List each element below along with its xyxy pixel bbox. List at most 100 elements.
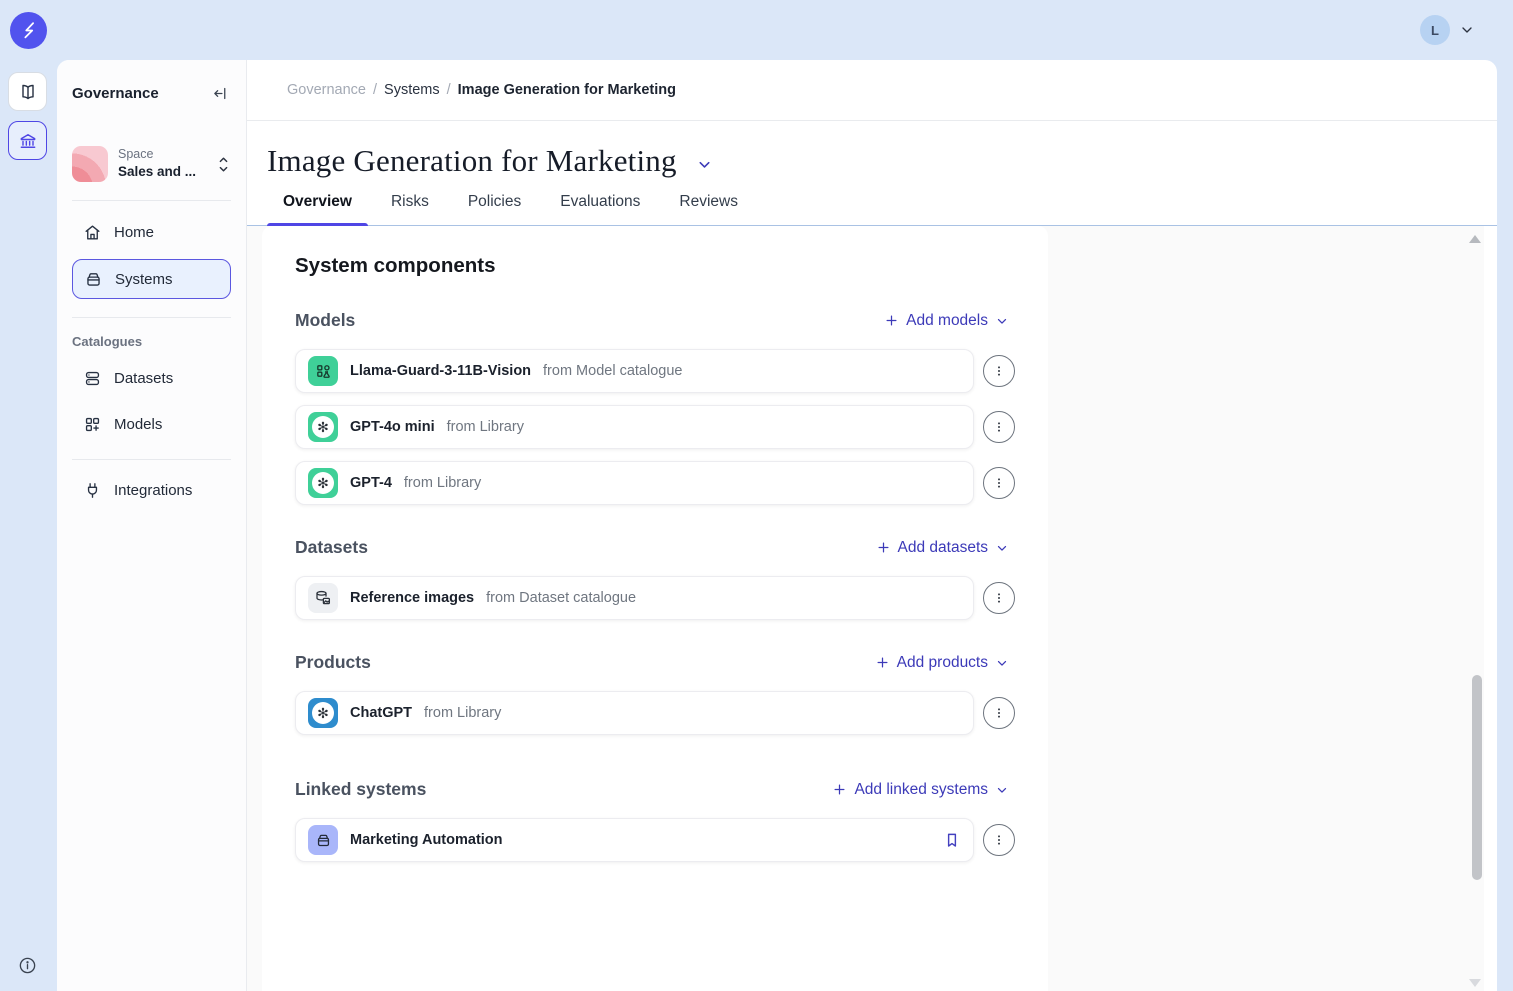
component-source: from Model catalogue (543, 363, 682, 379)
library-rail-button[interactable] (8, 72, 47, 111)
component-name: GPT-4o mini (350, 419, 435, 435)
breadcrumb-item-current: Image Generation for Marketing (458, 82, 676, 98)
add-products-button[interactable]: Add products (875, 654, 1009, 672)
kebab-dots-icon (991, 590, 1007, 606)
product-card-chatgpt[interactable]: ✻ ChatGPT from Library (295, 691, 974, 735)
content-panel: System components Models Add models (262, 226, 1048, 991)
avatar[interactable]: L (1420, 15, 1450, 45)
add-datasets-button[interactable]: Add datasets (876, 539, 1009, 557)
tab-policies[interactable]: Policies (452, 193, 537, 225)
model-catalogue-icon (308, 356, 338, 386)
model-kebab-menu-button[interactable] (983, 355, 1015, 387)
models-grid-plus-icon (83, 415, 102, 434)
linked-system-row: Marketing Automation (295, 818, 1015, 862)
product-kebab-menu-button[interactable] (983, 697, 1015, 729)
sidebar-item-label: Datasets (114, 370, 173, 387)
plus-icon (832, 782, 847, 797)
bookmark-button[interactable] (943, 831, 961, 849)
chevron-down-icon (995, 656, 1009, 670)
datasets-section-title: Datasets (295, 537, 368, 558)
breadcrumb-item-governance[interactable]: Governance (287, 82, 366, 98)
component-source: from Dataset catalogue (486, 590, 636, 606)
tab-risks[interactable]: Risks (375, 193, 445, 225)
dataset-card-reference-images[interactable]: Reference images from Dataset catalogue (295, 576, 974, 620)
dataset-row: Reference images from Dataset catalogue (295, 576, 1015, 620)
sidebar: Governance Space Sales and ... (57, 60, 247, 991)
add-models-button[interactable]: Add models (884, 312, 1009, 330)
model-row: ✻ GPT-4o mini from Library (295, 405, 1015, 449)
sidebar-item-systems[interactable]: Systems (72, 259, 231, 299)
chevron-down-icon (696, 156, 713, 173)
products-section-title: Products (295, 652, 371, 673)
governance-rail-button[interactable] (8, 121, 47, 160)
chevron-down-icon (995, 314, 1009, 328)
tab-bar: Overview Risks Policies Evaluations Revi… (247, 193, 1497, 226)
linked-system-kebab-menu-button[interactable] (983, 824, 1015, 856)
logo-squiggle-icon (18, 19, 40, 41)
sidebar-divider (72, 317, 231, 318)
sidebar-item-models[interactable]: Models (72, 407, 231, 441)
bank-icon (18, 131, 38, 151)
openai-green-icon: ✻ (308, 412, 338, 442)
model-card-llama-guard[interactable]: Llama-Guard-3-11B-Vision from Model cata… (295, 349, 974, 393)
tab-reviews[interactable]: Reviews (663, 193, 754, 225)
component-name: ChatGPT (350, 705, 412, 721)
sidebar-divider (72, 200, 231, 201)
model-kebab-menu-button[interactable] (983, 411, 1015, 443)
unfold-chevrons-icon (216, 155, 231, 174)
space-name: Sales and ... (118, 163, 206, 181)
sidebar-title: Governance (72, 85, 159, 102)
breadcrumb-item-systems[interactable]: Systems (384, 82, 440, 98)
models-section-title: Models (295, 310, 355, 331)
chevron-down-icon (995, 541, 1009, 555)
tab-evaluations[interactable]: Evaluations (544, 193, 656, 225)
datasets-stack-icon (83, 369, 102, 388)
user-menu-chevron-down-icon[interactable] (1459, 22, 1475, 38)
icon-rail (0, 60, 57, 991)
bookmark-icon (943, 831, 961, 849)
kebab-dots-icon (991, 705, 1007, 721)
model-row: ✻ GPT-4 from Library (295, 461, 1015, 505)
model-card-gpt4o-mini[interactable]: ✻ GPT-4o mini from Library (295, 405, 974, 449)
main-area: Governance / Systems / Image Generation … (247, 60, 1497, 991)
breadcrumb-separator: / (447, 82, 451, 98)
space-selector[interactable]: Space Sales and ... (72, 146, 231, 182)
scrollbar-down-arrow[interactable] (1469, 979, 1481, 987)
scrollbar-thumb[interactable] (1472, 675, 1482, 880)
sidebar-item-datasets[interactable]: Datasets (72, 361, 231, 395)
sidebar-collapse-button[interactable] (210, 83, 231, 104)
info-icon[interactable] (18, 956, 37, 975)
kebab-dots-icon (991, 419, 1007, 435)
plus-icon (884, 313, 899, 328)
chevron-down-icon (995, 783, 1009, 797)
sidebar-item-integrations[interactable]: Integrations (72, 470, 231, 510)
tab-overview[interactable]: Overview (267, 193, 368, 225)
app-logo[interactable] (10, 12, 47, 49)
component-source: from Library (447, 419, 524, 435)
app-window: Governance Space Sales and ... (57, 60, 1497, 991)
sidebar-item-label: Systems (115, 271, 173, 288)
model-card-gpt4[interactable]: ✻ GPT-4 from Library (295, 461, 974, 505)
system-archive-icon (308, 825, 338, 855)
collapse-sidebar-icon (212, 85, 229, 102)
model-kebab-menu-button[interactable] (983, 467, 1015, 499)
user-menu[interactable]: L (1420, 15, 1475, 45)
catalogues-section-label: Catalogues (72, 334, 231, 349)
component-name: Reference images (350, 590, 474, 606)
component-name: Marketing Automation (350, 832, 503, 848)
component-source: from Library (404, 475, 481, 491)
home-icon (83, 223, 102, 242)
add-linked-systems-button[interactable]: Add linked systems (832, 781, 1009, 799)
title-menu-button[interactable] (696, 156, 713, 173)
kebab-dots-icon (991, 363, 1007, 379)
topbar: L (0, 0, 1513, 60)
linked-system-card-marketing-automation[interactable]: Marketing Automation (295, 818, 974, 862)
plus-icon (876, 540, 891, 555)
scrollbar-up-arrow[interactable] (1469, 235, 1481, 243)
dataset-kebab-menu-button[interactable] (983, 582, 1015, 614)
sidebar-item-label: Home (114, 224, 154, 241)
sidebar-divider (72, 459, 231, 460)
sidebar-item-home[interactable]: Home (72, 213, 231, 251)
content-scroll-region: System components Models Add models (247, 226, 1497, 991)
openai-green-icon: ✻ (308, 468, 338, 498)
